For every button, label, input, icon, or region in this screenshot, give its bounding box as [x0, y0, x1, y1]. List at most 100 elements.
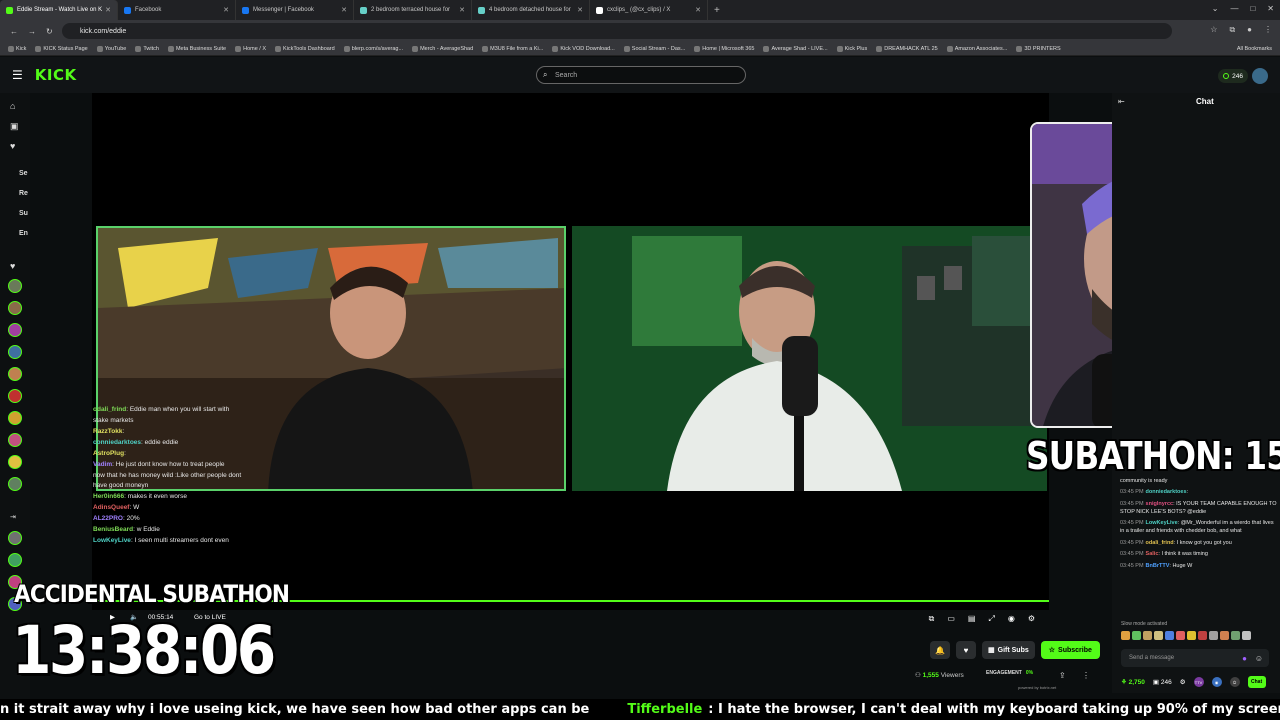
- reload-icon[interactable]: ↻: [46, 27, 53, 36]
- bookmark-item[interactable]: 3D PRINTERS: [1016, 45, 1061, 52]
- bookmark-item[interactable]: Kick VOD Download...: [552, 45, 615, 52]
- channel-avatar[interactable]: [8, 477, 22, 491]
- close-tab-icon[interactable]: ✕: [105, 6, 111, 14]
- tab-search-icon[interactable]: ⌄: [1212, 4, 1219, 13]
- home-icon[interactable]: ⌂: [10, 101, 15, 111]
- chat-username[interactable]: odali_frind: [1146, 540, 1174, 546]
- profile-icon[interactable]: ●: [1247, 25, 1252, 35]
- hamburger-menu-icon[interactable]: ☰: [12, 68, 23, 82]
- chat-username[interactable]: BnBrTTV: [1146, 563, 1170, 569]
- quality-icon[interactable]: ◉: [1008, 614, 1015, 624]
- extensions-icon[interactable]: ⧉: [1229, 25, 1235, 35]
- close-window-icon[interactable]: ✕: [1267, 4, 1274, 13]
- search-input[interactable]: ⌕ Search: [536, 66, 746, 84]
- follow-button[interactable]: ♥: [956, 641, 976, 659]
- kick-logo[interactable]: KICK: [35, 66, 77, 84]
- channel-avatar[interactable]: [8, 279, 22, 293]
- bookmark-star-icon[interactable]: ☆: [1210, 25, 1217, 35]
- bookmark-item[interactable]: Kick Plus: [836, 45, 867, 52]
- browse-icon[interactable]: ▣: [10, 121, 19, 132]
- minimize-icon[interactable]: —: [1230, 4, 1238, 13]
- channel-avatar[interactable]: [8, 389, 22, 403]
- emote[interactable]: [1121, 631, 1130, 640]
- channel-avatar[interactable]: [8, 455, 22, 469]
- url-field[interactable]: kick.com/eddie: [62, 23, 1172, 39]
- bookmark-item[interactable]: YouTube: [96, 45, 126, 52]
- more-options-icon[interactable]: ⋮: [1082, 671, 1090, 680]
- bookmark-item[interactable]: Twitch: [135, 45, 159, 52]
- theater-icon[interactable]: ▭: [947, 614, 955, 624]
- close-tab-icon[interactable]: ✕: [695, 6, 701, 14]
- chat-username[interactable]: LowKeyLive: [1146, 520, 1178, 526]
- bookmark-item[interactable]: Amazon Associates...: [946, 45, 1007, 52]
- kick-points-badge[interactable]: 246: [1218, 69, 1248, 83]
- sidebar-item-3[interactable]: En: [19, 230, 28, 237]
- chat-username[interactable]: donniedarktoes: [1146, 489, 1187, 495]
- notifications-bell-button[interactable]: 🔔: [930, 641, 950, 659]
- emote[interactable]: [1143, 631, 1152, 640]
- channel-points[interactable]: ⚘ 2,750: [1121, 678, 1145, 686]
- all-bookmarks-link[interactable]: All Bookmarks: [1237, 46, 1272, 52]
- chat-username[interactable]: Salic: [1146, 551, 1159, 557]
- close-tab-icon[interactable]: ✕: [577, 6, 583, 14]
- emote[interactable]: [1231, 631, 1240, 640]
- emote[interactable]: [1154, 631, 1163, 640]
- emote[interactable]: [1242, 631, 1251, 640]
- browser-tab[interactable]: cxclips_ (@cx_clips) / X ✕: [590, 0, 708, 20]
- back-icon[interactable]: ←: [10, 27, 18, 36]
- channel-avatar[interactable]: [8, 367, 22, 381]
- subscribe-button[interactable]: ☆ Subscribe: [1040, 641, 1100, 659]
- sidebar-item-0[interactable]: Se: [19, 170, 28, 177]
- emote[interactable]: [1220, 631, 1229, 640]
- sidebar-item-1[interactable]: Re: [19, 190, 28, 197]
- close-tab-icon[interactable]: ✕: [459, 6, 465, 14]
- emote[interactable]: [1165, 631, 1174, 640]
- forward-icon[interactable]: →: [28, 27, 36, 36]
- send-message-input[interactable]: Send a message ● ☺: [1121, 649, 1269, 667]
- following-icon[interactable]: ♥: [10, 141, 15, 151]
- bookmark-item[interactable]: KickTools Dashboard: [275, 45, 335, 52]
- bookmark-item[interactable]: Merch - AverageShad: [412, 45, 473, 52]
- bookmark-item[interactable]: Social Stream - Das...: [623, 45, 685, 52]
- browser-tab[interactable]: Facebook ✕: [118, 0, 236, 20]
- emote[interactable]: [1209, 631, 1218, 640]
- badge-icon[interactable]: TTV: [1193, 677, 1204, 687]
- browser-tab[interactable]: 2 bedroom terraced house for ✕: [354, 0, 472, 20]
- bookmark-item[interactable]: Home | Microsoft 365: [694, 45, 754, 52]
- fullscreen-icon[interactable]: ⤢: [988, 614, 994, 624]
- emote[interactable]: [1132, 631, 1141, 640]
- badge-icon[interactable]: ⏻: [1229, 677, 1240, 687]
- channel-avatar[interactable]: [8, 433, 22, 447]
- close-tab-icon[interactable]: ✕: [341, 6, 347, 14]
- browser-tab[interactable]: 4 bedroom detached house for ✕: [472, 0, 590, 20]
- browser-tab[interactable]: Eddie Stream - Watch Live on K ✕: [0, 0, 118, 20]
- emote[interactable]: [1187, 631, 1196, 640]
- user-avatar[interactable]: [1252, 68, 1268, 84]
- channel-avatar[interactable]: [8, 411, 22, 425]
- collapse-chat-icon[interactable]: ⇤: [1118, 97, 1125, 106]
- sidebar-item-2[interactable]: Su: [19, 210, 28, 217]
- browser-tab[interactable]: Messenger | Facebook ✕: [236, 0, 354, 20]
- emote-picker-icon[interactable]: ●: [1242, 654, 1247, 663]
- share-icon[interactable]: ⇪: [1059, 671, 1066, 680]
- channel-avatar[interactable]: [8, 531, 22, 545]
- emote[interactable]: [1176, 631, 1185, 640]
- chat-username[interactable]: sniglnyrcc: [1146, 501, 1174, 507]
- close-tab-icon[interactable]: ✕: [223, 6, 229, 14]
- bookmark-item[interactable]: Home / X: [235, 45, 266, 52]
- emoji-icon[interactable]: ☺: [1255, 654, 1263, 663]
- settings-gear-icon[interactable]: ⚙: [1028, 614, 1035, 624]
- mini-player-icon[interactable]: ▤: [968, 614, 976, 624]
- bookmark-item[interactable]: M3U8 File from a Ki...: [482, 45, 543, 52]
- expand-icon[interactable]: ⇥: [10, 513, 16, 521]
- channel-avatar[interactable]: [8, 345, 22, 359]
- bookmark-item[interactable]: KICK Status Page: [35, 45, 88, 52]
- bookmark-item[interactable]: Average Shad - LIVE...: [763, 45, 828, 52]
- channel-avatar[interactable]: [8, 301, 22, 315]
- heart-icon[interactable]: ♥: [10, 261, 15, 271]
- chat-settings-icon[interactable]: ⚙: [1180, 678, 1186, 686]
- maximize-icon[interactable]: □: [1250, 4, 1255, 13]
- emote[interactable]: [1198, 631, 1207, 640]
- bookmark-item[interactable]: Meta Business Suite: [167, 45, 226, 52]
- clip-icon[interactable]: ⧉: [929, 614, 935, 624]
